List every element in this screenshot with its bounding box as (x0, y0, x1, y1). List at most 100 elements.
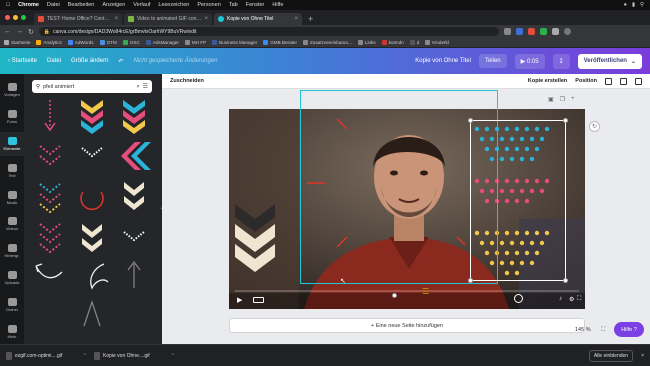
menu-item[interactable]: Fenster (246, 2, 265, 8)
hand-drawn-arrow[interactable] (74, 296, 110, 332)
settings-icon[interactable]: ⚙ (569, 296, 574, 303)
extension-icon[interactable] (551, 28, 559, 35)
download-icon[interactable]: ↧ (552, 53, 570, 69)
filter-icon[interactable]: ☰ (143, 83, 148, 90)
browser-tab[interactable]: Video to animated GIF converter × (124, 13, 212, 25)
resize-handle[interactable] (468, 278, 473, 283)
close-tab-icon[interactable]: × (114, 16, 118, 22)
crop-button[interactable]: Zuschneiden (170, 78, 204, 84)
bookmark-item[interactable]: Zusatzvereinbarun... (303, 40, 352, 45)
publish-button[interactable]: Veröffentlichen ⌄ (577, 53, 642, 69)
copy-button[interactable]: Kopie erstellen (528, 78, 567, 84)
download-item[interactable]: ezgif.com-optimi....gif ^ (6, 351, 86, 360)
download-item[interactable]: Kopie von Ohne....gif ^ (94, 351, 174, 360)
menu-item[interactable]: Anzeigen (102, 2, 125, 8)
minimize-window-icon[interactable] (13, 15, 18, 20)
bookmark-item[interactable]: GMB Berater (263, 40, 297, 45)
rail-item[interactable]: Musik (0, 186, 24, 210)
search-input[interactable]: ⚲ pfeil animiert × ☰ (32, 80, 152, 93)
menu-item[interactable]: Tab (229, 2, 238, 8)
video-play-icon[interactable]: ▶ (237, 296, 242, 304)
video-timer-icon[interactable] (514, 294, 523, 303)
bookmark-item[interactable]: MH FP (184, 40, 206, 45)
chevron-up-icon[interactable]: ^ (84, 353, 86, 359)
bookmark-item[interactable]: Analytics (36, 40, 62, 45)
menu-item[interactable]: Hilfe (272, 2, 283, 8)
forward-icon[interactable]: → (16, 28, 23, 35)
chevron-stack-white[interactable] (74, 218, 110, 254)
zoom-window-icon[interactable] (21, 15, 26, 20)
chevron-left-color[interactable] (116, 138, 152, 174)
show-all-downloads-button[interactable]: Alle einblenden (588, 349, 634, 362)
undo-icon[interactable]: ↶ (118, 58, 123, 65)
back-icon[interactable]: ← (4, 28, 11, 35)
new-tab-icon[interactable]: + (304, 13, 317, 25)
duplicate-page-icon[interactable]: ❐ (560, 96, 565, 103)
menu-item[interactable]: Verlauf (133, 2, 150, 8)
doc-title[interactable]: Kopie von Ohne Titel (415, 58, 471, 64)
transparency-icon[interactable] (605, 77, 612, 85)
wifi-icon[interactable]: ● (624, 2, 627, 8)
share-button[interactable]: Teilen (478, 54, 507, 68)
star-icon[interactable] (503, 28, 511, 35)
home-button[interactable]: ‹ Startseite (8, 58, 37, 64)
add-page-icon[interactable]: + (571, 96, 575, 103)
bookmark-item[interactable]: Links (357, 40, 376, 45)
bookmark-item[interactable]: GSC (122, 40, 140, 45)
bookmark-item[interactable]: d (409, 40, 419, 45)
rail-item[interactable]: Text (0, 159, 24, 183)
close-tab-icon[interactable]: × (294, 16, 298, 22)
bookmark-item[interactable]: AdsManager (145, 40, 179, 45)
menu-item[interactable]: Datei (47, 2, 60, 8)
dotted-chevron-color[interactable] (32, 178, 68, 214)
dotted-chevron-pink[interactable] (32, 218, 68, 254)
bookmark-item[interactable]: AdWords (67, 40, 94, 45)
extension-icon[interactable] (539, 28, 547, 35)
dotted-chevron-white[interactable] (116, 218, 152, 254)
refresh-icon[interactable]: ↻ (589, 121, 600, 132)
add-page-button[interactable]: + Eine neue Seite hinzufügen (229, 318, 585, 333)
chevron-up-icon[interactable]: ^ (172, 353, 174, 359)
extension-icon[interactable] (515, 28, 523, 35)
resize-handle[interactable] (468, 118, 473, 123)
note-icon[interactable]: ▣ (548, 96, 554, 103)
app-name[interactable]: Chrome (18, 2, 39, 8)
selection-outline-element[interactable] (468, 118, 568, 283)
menu-item[interactable]: Bearbeiten (68, 2, 95, 8)
fullscreen-icon[interactable]: ⛶ (577, 296, 581, 303)
chevron-stack-color[interactable] (74, 98, 110, 134)
position-button[interactable]: Position (575, 78, 597, 84)
rail-item[interactable]: Videos (0, 213, 24, 237)
close-icon[interactable]: × (641, 353, 644, 359)
hand-drawn-arrow[interactable] (74, 258, 110, 294)
trash-icon[interactable] (635, 77, 642, 85)
menu-item[interactable]: Lesezeichen (158, 2, 189, 8)
extension-icon[interactable] (527, 28, 535, 35)
resize-handle[interactable] (563, 118, 568, 123)
profile-avatar[interactable] (563, 28, 571, 35)
browser-tab-active[interactable]: Kopie von Ohne Titel × (214, 13, 302, 25)
rail-item[interactable]: Mehr (0, 320, 24, 344)
menu-item[interactable]: Personen (197, 2, 221, 8)
volume-icon[interactable]: ♪ (559, 296, 562, 302)
search-icon[interactable]: ⚲ (640, 2, 644, 8)
reload-icon[interactable]: ↻ (28, 28, 34, 36)
rail-item[interactable]: Uploads (0, 266, 24, 290)
clear-icon[interactable]: × (136, 84, 139, 90)
dotted-chevron-pink[interactable] (32, 138, 68, 174)
hand-drawn-arrow[interactable] (32, 258, 68, 294)
hand-drawn-arrow[interactable] (116, 258, 152, 294)
chevron-stack-color[interactable] (116, 98, 152, 134)
play-button[interactable]: ▶ 0:05 (514, 53, 545, 69)
bookmark-item[interactable]: Kinderkl (425, 40, 449, 45)
bookmark-item[interactable]: GTM (99, 40, 117, 45)
circle-arrow-red[interactable] (74, 178, 110, 214)
rail-item[interactable]: Hintergr. (0, 239, 24, 263)
fullscreen-view-icon[interactable]: ⛶ (601, 327, 605, 334)
url-field[interactable]: 🔒 canva.com/design/DAD3Wo84rcE/grBmvloOa… (38, 27, 499, 36)
apple-icon[interactable]:  (6, 2, 10, 8)
lock-icon[interactable] (620, 77, 627, 85)
close-window-icon[interactable] (5, 15, 10, 20)
dotted-chevron-white[interactable] (74, 138, 110, 174)
chevron-stack-white[interactable] (116, 178, 152, 214)
